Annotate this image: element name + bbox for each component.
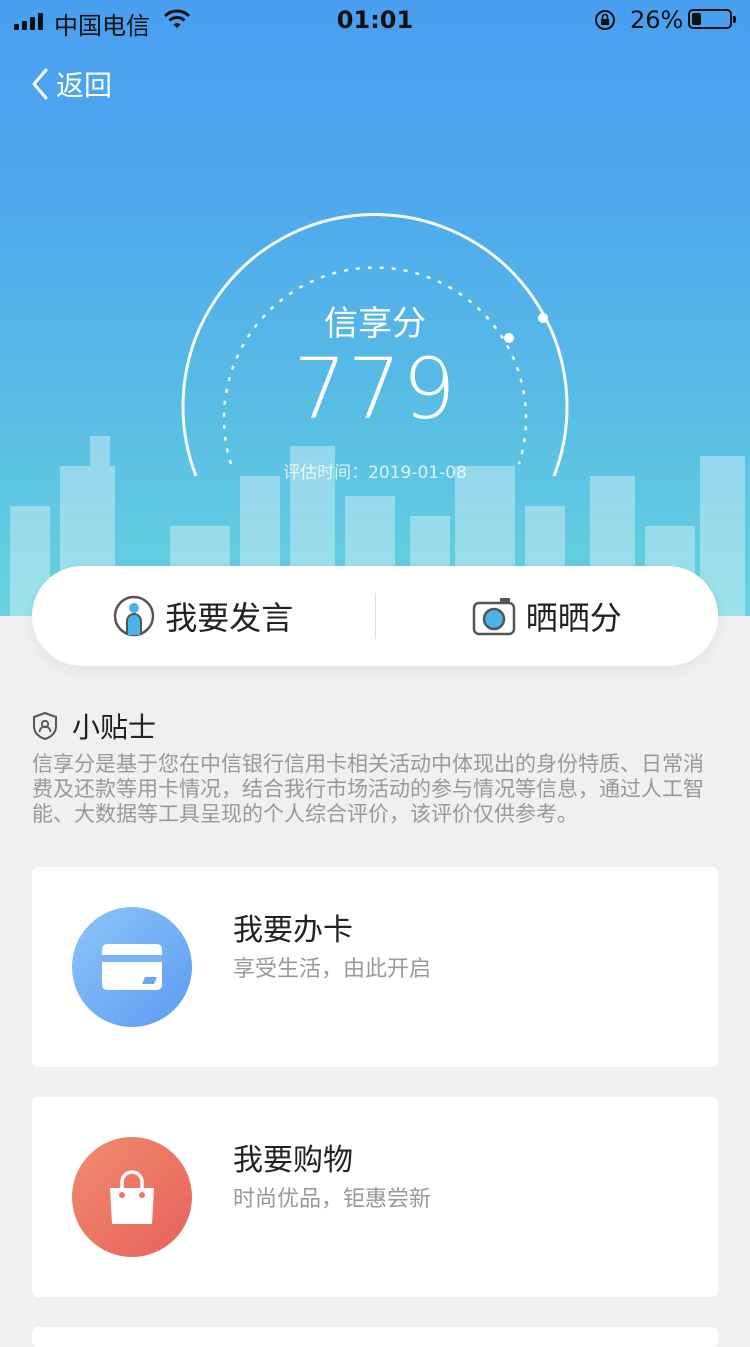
battery-fill bbox=[692, 13, 701, 25]
apply-card-subtitle: 享受生活，由此开启 bbox=[233, 957, 432, 982]
tips-header: 小贴士 bbox=[32, 706, 722, 746]
score-title: 信享分 bbox=[324, 304, 426, 344]
next-card-item[interactable] bbox=[32, 1327, 718, 1347]
shield-user-icon bbox=[33, 711, 57, 741]
battery-percent: 26% bbox=[630, 6, 684, 34]
apply-card-item[interactable]: 我要办卡 享受生活，由此开启 bbox=[32, 867, 718, 1067]
apply-card-title: 我要办卡 bbox=[233, 913, 353, 948]
apply-card-icon-circle bbox=[72, 907, 192, 1027]
tips-text: 信享分是基于您在中信银行信用卡相关活动中体现出的身份特质、日常消费及还款等用卡情… bbox=[32, 752, 704, 826]
chevron-left-icon bbox=[32, 68, 48, 100]
camera-icon bbox=[472, 598, 515, 636]
score-value: 779 bbox=[293, 340, 457, 438]
shopping-subtitle: 时尚优品，钜惠尝新 bbox=[233, 1187, 432, 1212]
speak-label: 我要发言 bbox=[165, 599, 294, 637]
status-bar: 中国电信 01:01 26% bbox=[0, 0, 750, 40]
rotation-lock-icon bbox=[593, 8, 617, 38]
action-bar: 我要发言 晒晒分 bbox=[32, 566, 718, 666]
speaker-person-icon bbox=[113, 595, 155, 637]
tips-section: 小贴士 信享分是基于您在中信银行信用卡相关活动中体现出的身份特质、日常消费及还款… bbox=[32, 706, 722, 827]
shopping-icon-circle bbox=[72, 1137, 192, 1257]
tips-title: 小贴士 bbox=[72, 711, 157, 744]
back-button[interactable]: 返回 bbox=[30, 62, 112, 106]
credit-card-icon bbox=[102, 944, 162, 990]
shopping-item[interactable]: 我要购物 时尚优品，钜惠尝新 bbox=[32, 1097, 718, 1297]
score-date: 评估时间：2019-01-08 bbox=[283, 463, 467, 483]
battery-icon bbox=[688, 9, 736, 29]
back-label: 返回 bbox=[56, 69, 113, 102]
shopping-title: 我要购物 bbox=[233, 1143, 353, 1178]
share-score-label: 晒晒分 bbox=[525, 599, 622, 637]
speak-button[interactable]: 我要发言 bbox=[32, 566, 375, 666]
shopping-bag-icon bbox=[110, 1170, 154, 1224]
share-score-button[interactable]: 晒晒分 bbox=[376, 566, 719, 666]
